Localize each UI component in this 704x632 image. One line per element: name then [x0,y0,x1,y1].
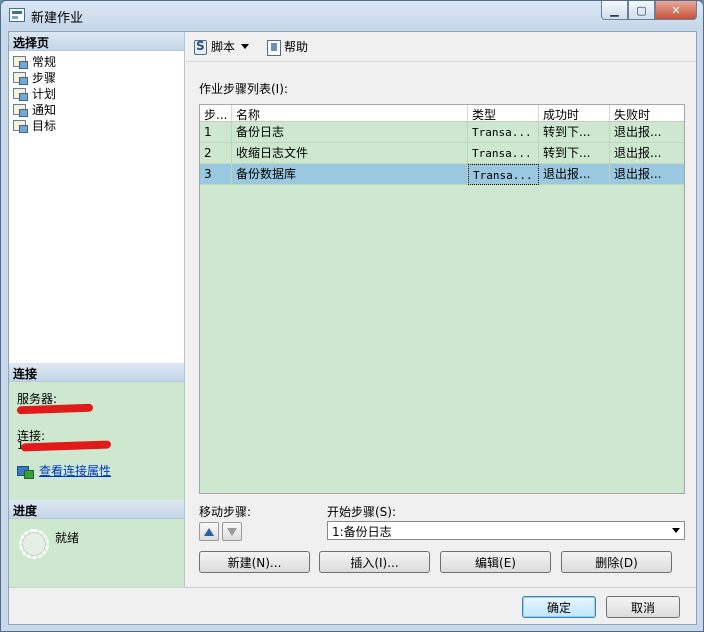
connection-section: 连接 服务器: 连接: 1 查看连接属性 [9,363,184,500]
minimize-icon: ▁ [610,3,619,17]
cell-step: 1 [200,121,232,143]
help-button[interactable]: 帮助 [265,38,309,56]
column-header-type[interactable]: 类型 [468,105,539,121]
delete-step-button[interactable]: 删除(D) [561,551,672,573]
connection-header: 连接 [9,363,184,382]
page-icon [12,70,28,85]
maximize-icon: ▢ [636,3,647,17]
page-item-steps[interactable]: 步骤 [12,68,181,86]
chevron-down-icon[interactable] [241,44,250,49]
page-item-label: 目标 [32,118,57,133]
window-title: 新建作业 [31,11,84,26]
start-step-select[interactable]: 1:备份日志 [327,521,685,540]
new-step-button[interactable]: 新建(N)... [199,551,310,573]
help-label: 帮助 [284,40,309,54]
script-button[interactable]: 脚本 [192,38,255,55]
cell-type: Transa... [468,163,539,185]
window-controls: ▁ ▢ ✕ [601,1,697,21]
dialog-client-area: 选择页 常规 步骤 计划 通知 目标 连接 服务器: 连接: 查看连接属性 进度… [8,31,697,625]
view-connection-properties-text[interactable]: 查看连接属性 [39,462,111,479]
table-row[interactable]: 1 备份日志 Transa... 转到下... 退出报... [200,121,684,143]
column-header-name[interactable]: 名称 [232,105,468,121]
server-redaction [16,403,94,415]
column-header-step[interactable]: 步... [200,105,232,121]
title-bar[interactable]: 新建作业 ▁ ▢ ✕ [1,1,703,29]
connection-properties-icon [17,464,34,479]
job-dialog-window: 新建作业 ▁ ▢ ✕ 选择页 常规 步骤 计划 通知 目标 连接 服务器: 连接… [0,0,704,632]
page-item-notifications[interactable]: 通知 [12,101,181,117]
cell-type: Transa... [468,121,539,143]
edit-step-button[interactable]: 编辑(E) [440,551,551,573]
progress-status: 就绪 [55,531,80,545]
cancel-button[interactable]: 取消 [606,596,680,618]
start-step-label: 开始步骤(S): [327,505,397,519]
arrow-up-icon [204,527,214,536]
chevron-down-icon [672,528,680,533]
page-item-general[interactable]: 常规 [12,53,181,69]
dialog-footer: 确定 取消 [9,587,696,624]
column-header-on-failure[interactable]: 失败时 [610,105,684,121]
grid-header: 步... 名称 类型 成功时 失败时 [200,105,684,122]
page-icon [12,119,28,133]
cell-type: Transa... [468,142,539,164]
arrow-down-icon [227,527,237,536]
insert-step-button[interactable]: 插入(I)... [319,551,430,573]
cell-on-failure: 退出报... [614,124,662,139]
page-icon [12,87,28,101]
left-pane: 选择页 常规 步骤 计划 通知 目标 连接 服务器: 连接: 查看连接属性 进度… [9,32,185,587]
page-item-label: 通知 [32,102,57,117]
help-icon [265,39,282,56]
page-list: 常规 步骤 计划 通知 目标 [9,51,184,362]
cell-name: 收缩日志文件 [232,142,468,164]
app-icon [9,8,25,22]
minimize-button[interactable]: ▁ [601,1,628,20]
close-button[interactable]: ✕ [655,1,697,20]
progress-spinner-icon [19,529,49,559]
move-up-button[interactable] [199,522,219,541]
cell-on-success: 转到下... [539,121,610,143]
page-item-schedules[interactable]: 计划 [12,85,181,101]
cell-on-failure: 退出报... [614,166,662,181]
page-icon [12,55,28,69]
column-header-on-success[interactable]: 成功时 [539,105,610,121]
page-icon [12,103,28,117]
progress-section: 进度 就绪 [9,500,184,587]
cell-on-success: 转到下... [539,142,610,164]
maximize-button[interactable]: ▢ [628,1,655,20]
cell-step: 2 [200,142,232,164]
toolbar: 脚本 帮助 [186,32,696,62]
view-connection-properties-link[interactable]: 查看连接属性 [17,462,111,479]
cell-on-failure: 退出报... [614,145,662,160]
cell-step: 3 [200,163,232,185]
start-step-value: 1:备份日志 [332,525,392,539]
script-icon [192,39,208,55]
script-label: 脚本 [211,40,236,54]
page-item-targets[interactable]: 目标 [12,117,181,133]
move-down-button[interactable] [222,522,242,541]
job-step-grid[interactable]: 步... 名称 类型 成功时 失败时 1 备份日志 Transa... 转到下.… [199,104,685,494]
cell-on-success: 退出报... [539,163,610,185]
move-step-label: 移动步骤: [199,505,252,519]
page-item-label: 计划 [32,86,57,101]
table-row[interactable]: 2 收缩日志文件 Transa... 转到下... 退出报... [200,142,684,164]
select-page-header: 选择页 [9,32,184,51]
cell-name: 备份日志 [232,121,468,143]
cell-name: 备份数据库 [232,163,468,185]
table-row-selected[interactable]: 3 备份数据库 Transa... 退出报... 退出报... [200,163,684,185]
page-item-label: 步骤 [32,68,57,86]
right-pane: 脚本 帮助 作业步骤列表(I): 步... 名称 类型 成功时 失败时 [186,32,696,587]
connection-redaction [20,440,112,452]
job-step-list-label: 作业步骤列表(I): [199,82,288,96]
progress-header: 进度 [9,500,184,519]
page-item-label: 常规 [32,54,57,69]
ok-button[interactable]: 确定 [522,596,596,618]
close-icon: ✕ [671,3,681,17]
